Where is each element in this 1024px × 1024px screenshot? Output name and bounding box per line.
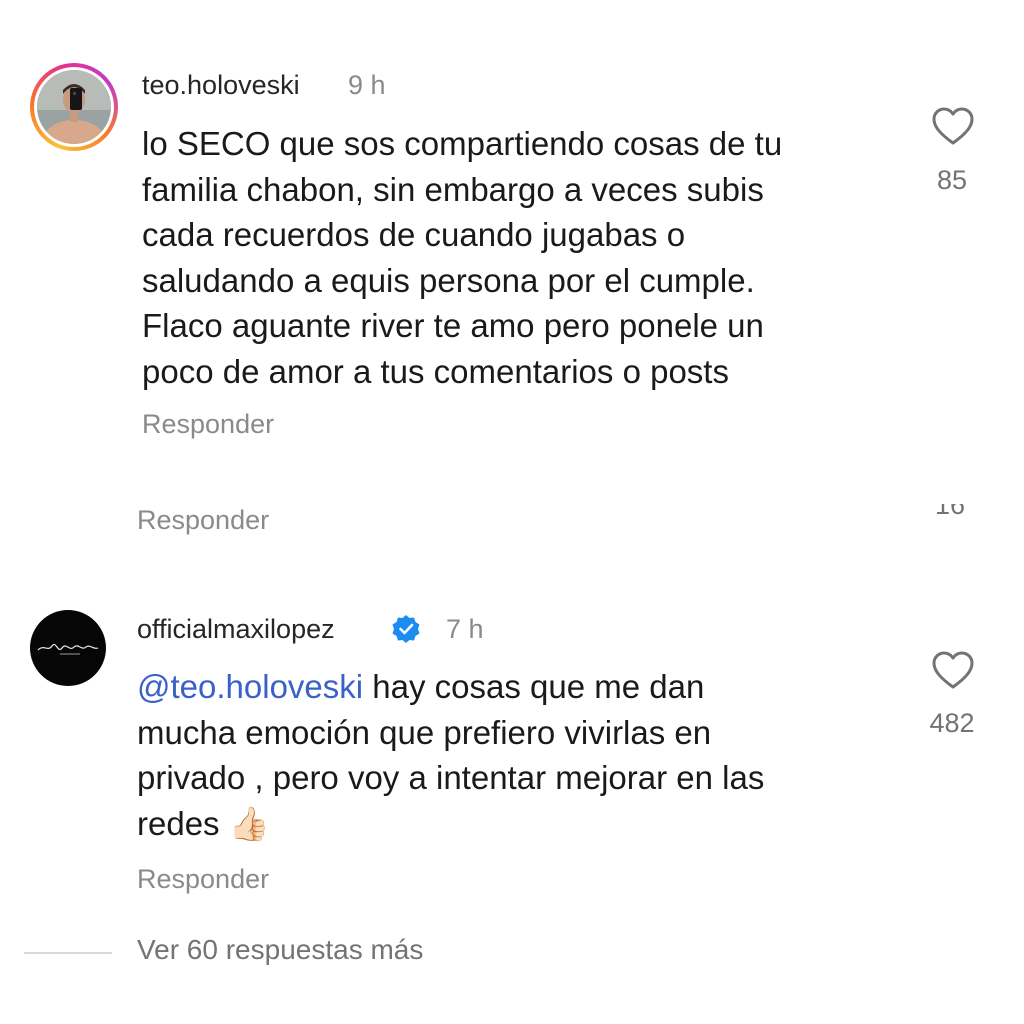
- like-count: 85: [936, 165, 968, 195]
- comments-thread: teo.holoveski 9 h lo SECO que sos compar…: [0, 0, 1024, 1024]
- comment-username[interactable]: officialmaxilopez: [137, 614, 335, 645]
- reply-button[interactable]: Responder: [137, 505, 269, 536]
- heart-outline-icon[interactable]: [931, 650, 975, 690]
- comment-username[interactable]: teo.holoveski: [142, 70, 300, 101]
- like-count-partial: 16: [930, 504, 970, 516]
- comment-timestamp: 7 h: [446, 614, 484, 644]
- story-ring-avatar[interactable]: [30, 63, 118, 151]
- verified-badge-icon: [391, 614, 421, 644]
- comment-text: @teo.holoveski hay cosas que me dan much…: [137, 668, 765, 843]
- reply-button[interactable]: Responder: [137, 864, 269, 895]
- heart-outline-icon[interactable]: [931, 106, 975, 146]
- view-more-replies-button[interactable]: Ver 60 respuestas más: [137, 934, 423, 966]
- comment-timestamp: 9 h: [348, 70, 386, 100]
- signature-logo-avatar[interactable]: [30, 610, 106, 686]
- comment-text: lo SECO que sos compartiendo cosas de tu…: [142, 125, 783, 390]
- reply-button[interactable]: Responder: [142, 409, 274, 440]
- thumbs-up-emoji: 👍🏻: [228, 803, 270, 843]
- mention-link[interactable]: @teo.holoveski: [137, 668, 363, 705]
- replies-divider: [24, 952, 112, 954]
- user-photo-avatar: [37, 70, 111, 144]
- like-count: 482: [929, 708, 975, 738]
